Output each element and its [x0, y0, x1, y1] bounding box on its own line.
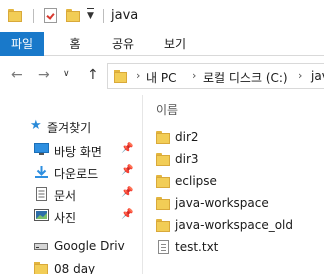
navigation-pane: ★ 즐겨찾기 바탕 화면 📌 다운로드 📌 문서 📌 사진 📌 Google D… — [0, 95, 143, 274]
file-name: dir3 — [175, 152, 199, 166]
file-name: dir2 — [175, 130, 199, 144]
sidebar-item-google-drive[interactable]: Google Driv — [0, 235, 142, 257]
pin-icon[interactable]: 📌 — [121, 209, 133, 220]
sidebar-item-label: 바탕 화면 — [54, 145, 102, 159]
list-item[interactable]: java-workspace — [156, 193, 324, 215]
drive-icon — [34, 239, 49, 252]
sidebar-item-label: 다운로드 — [54, 167, 99, 181]
tab-share[interactable]: 공유 — [105, 32, 141, 56]
file-name: java-workspace_old — [175, 218, 294, 232]
sidebar-item-label: Google Driv — [54, 239, 125, 253]
sidebar-item-desktop[interactable]: 바탕 화면 📌 — [0, 139, 142, 161]
divider — [33, 9, 34, 23]
folder-icon — [156, 175, 170, 188]
divider — [103, 9, 104, 23]
list-item[interactable]: dir3 — [156, 149, 324, 171]
column-header-name[interactable]: 이름 — [156, 101, 178, 118]
folder-icon — [156, 131, 170, 144]
breadcrumb-java[interactable]: java — [311, 69, 324, 83]
sidebar-item-label: 즐겨찾기 — [47, 121, 92, 135]
sidebar-item-downloads[interactable]: 다운로드 📌 — [0, 161, 142, 183]
sidebar-item-quick-access[interactable]: ★ 즐겨찾기 — [0, 115, 142, 137]
file-list: 이름 dir2 dir3 eclipse java-workspace java… — [143, 95, 324, 274]
pin-icon[interactable]: 📌 — [121, 187, 133, 198]
picture-icon — [34, 209, 49, 222]
customize-toolbar-icon[interactable]: ▼ — [87, 8, 94, 21]
up-arrow-icon[interactable]: ↑ — [87, 67, 99, 83]
address-bar[interactable]: › 내 PC › 로컬 디스크 (C:) › java — [107, 63, 324, 89]
folder-icon — [156, 219, 170, 232]
folder-icon — [114, 70, 127, 83]
tab-view[interactable]: 보기 — [157, 32, 193, 56]
desktop-icon — [34, 143, 49, 156]
list-item[interactable]: eclipse — [156, 171, 324, 193]
folder-icon[interactable] — [8, 9, 22, 22]
file-name: eclipse — [175, 174, 217, 188]
window-title: java — [111, 8, 139, 23]
pin-icon[interactable]: 📌 — [121, 165, 133, 176]
title-bar: ▼ java — [0, 0, 324, 32]
chevron-right-icon: › — [192, 69, 197, 82]
navigation-bar: ← → ∨ ↑ › 내 PC › 로컬 디스크 (C:) › java — [0, 57, 324, 95]
chevron-right-icon: › — [136, 69, 141, 82]
sidebar-item-08-day[interactable]: 08 day — [0, 258, 142, 274]
recent-locations-icon[interactable]: ∨ — [63, 69, 70, 79]
tab-file[interactable]: 파일 — [0, 32, 44, 56]
file-name: java-workspace — [175, 196, 269, 210]
star-icon: ★ — [30, 118, 42, 133]
folder-icon — [156, 197, 170, 210]
tab-home[interactable]: 홈 — [60, 32, 90, 56]
breadcrumb-local-disk[interactable]: 로컬 디스크 (C:) — [203, 69, 288, 86]
file-name: test.txt — [175, 240, 219, 254]
chevron-right-icon: › — [298, 69, 303, 82]
list-item[interactable]: test.txt — [156, 237, 324, 259]
forward-arrow-icon[interactable]: → — [38, 67, 50, 83]
pin-icon[interactable]: 📌 — [121, 143, 133, 154]
sidebar-item-documents[interactable]: 문서 📌 — [0, 183, 142, 205]
folder-icon — [34, 262, 49, 274]
breadcrumb-this-pc[interactable]: 내 PC — [146, 69, 176, 86]
list-item[interactable]: java-workspace_old — [156, 215, 324, 237]
sidebar-item-label: 08 day — [54, 262, 96, 274]
download-icon — [34, 165, 49, 178]
text-file-icon — [158, 240, 169, 254]
new-folder-icon[interactable] — [66, 9, 80, 22]
ribbon: 파일 홈 공유 보기 — [0, 32, 324, 56]
back-arrow-icon[interactable]: ← — [11, 67, 23, 83]
properties-icon[interactable] — [44, 8, 57, 23]
sidebar-item-pictures[interactable]: 사진 📌 — [0, 205, 142, 227]
sidebar-item-label: 사진 — [54, 211, 77, 225]
folder-icon — [156, 153, 170, 166]
sidebar-item-label: 문서 — [54, 189, 77, 203]
list-item[interactable]: dir2 — [156, 127, 324, 149]
document-icon — [34, 187, 49, 201]
